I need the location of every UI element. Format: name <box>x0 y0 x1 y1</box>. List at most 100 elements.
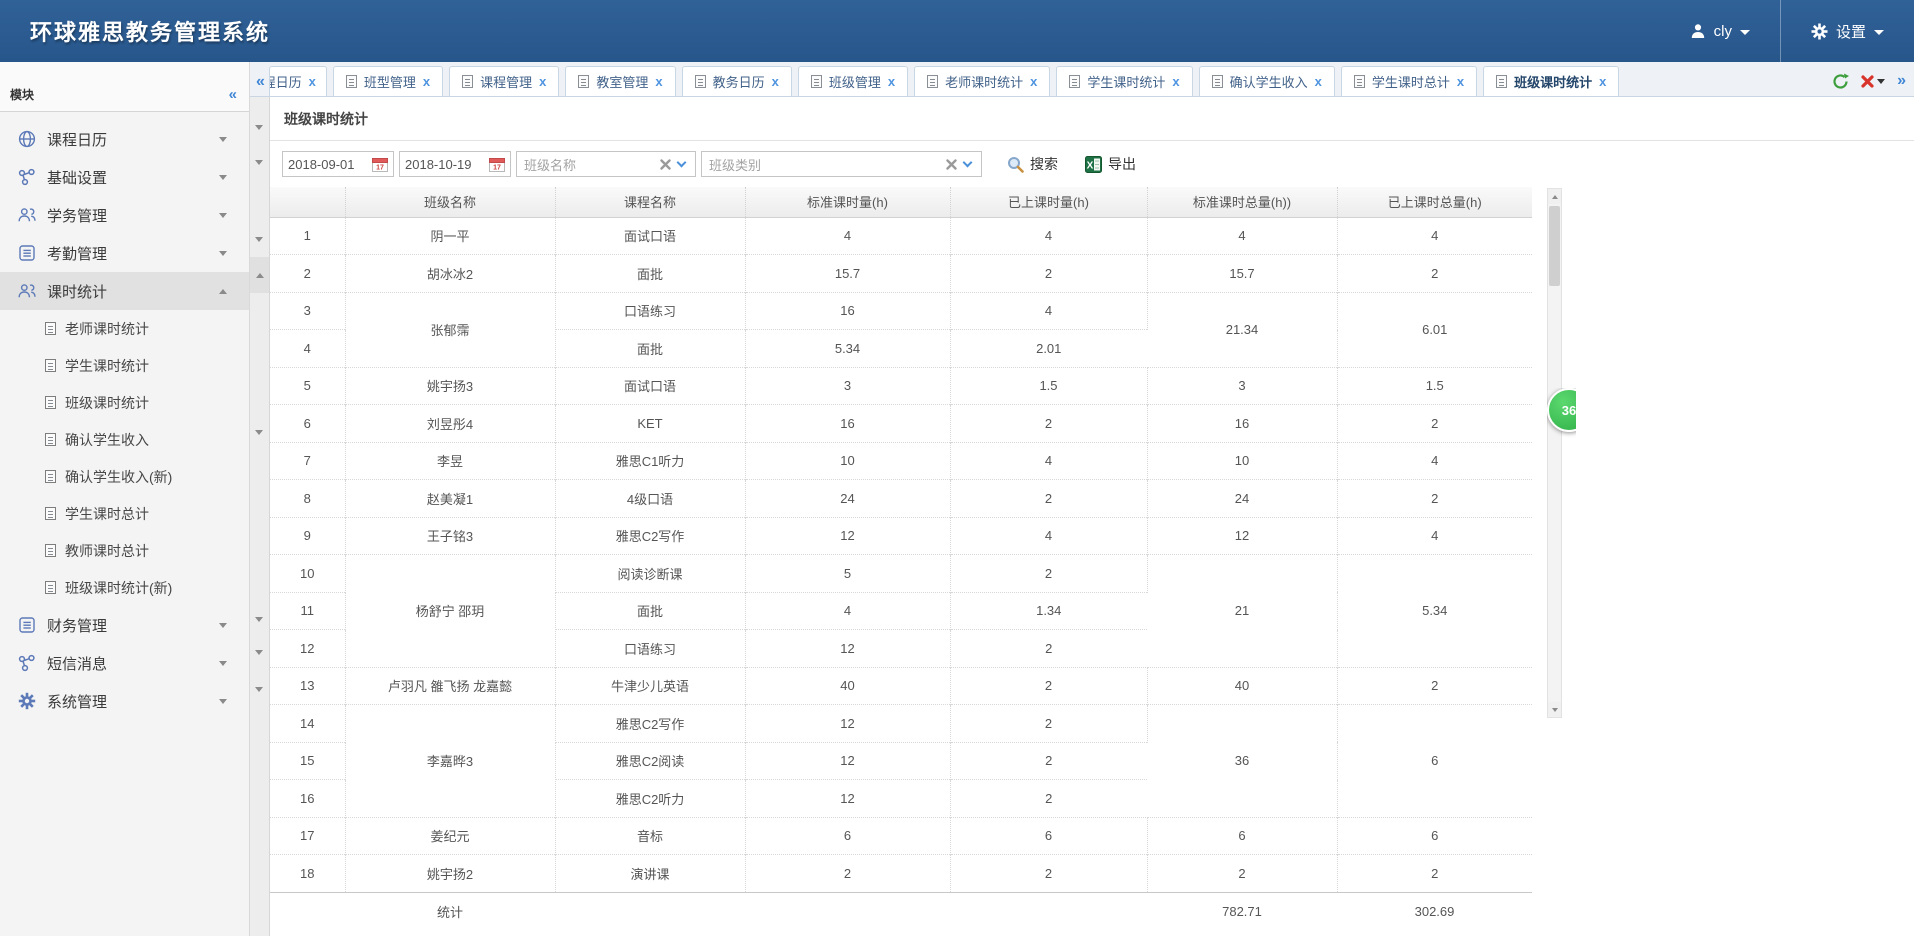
table-header-row: 班级名称课程名称标准课时量(h)已上课时量(h)标准课时总量(h))已上课时总量… <box>270 187 1532 217</box>
table-row[interactable]: 2胡冰冰2面批15.7215.72 <box>270 255 1532 293</box>
column-header[interactable] <box>270 187 345 217</box>
table-row[interactable]: 14李嘉晔3雅思C2写作122366 <box>270 705 1532 743</box>
settings-menu[interactable]: 设置 <box>1781 0 1914 62</box>
tab-close-icon[interactable]: x <box>1172 75 1179 88</box>
sidebar-subitem-4-6[interactable]: 教师课时总计 <box>0 532 249 569</box>
table-row[interactable]: 13卢羽凡 雒飞扬 龙嘉懿牛津少儿英语402402 <box>270 667 1532 705</box>
tab-4[interactable]: 教务日历x <box>682 66 792 96</box>
clear-icon[interactable] <box>946 159 957 170</box>
chevron-down-icon[interactable] <box>677 158 687 168</box>
splitter-gutter[interactable] <box>250 97 270 936</box>
scroll-down-icon[interactable] <box>1548 702 1561 717</box>
table-row[interactable]: 6刘昱彤4KET162162 <box>270 405 1532 443</box>
table-row[interactable]: 8赵美凝14级口语242242 <box>270 480 1532 518</box>
sidebar-item-3[interactable]: 考勤管理 <box>0 234 249 272</box>
column-header[interactable]: 标准课时总量(h)) <box>1147 187 1337 217</box>
tab-8[interactable]: 确认学生收入x <box>1199 66 1335 96</box>
scrollbar-thumb[interactable] <box>1549 206 1560 286</box>
document-icon <box>45 507 56 520</box>
gutter-caret-icon <box>255 687 263 692</box>
tab-close-icon[interactable]: x <box>1315 75 1322 88</box>
sidebar-collapse-icon[interactable]: « <box>229 86 237 103</box>
tab-close-icon[interactable]: x <box>423 75 430 88</box>
start-date-field[interactable]: 2018-09-01 17 <box>282 151 394 177</box>
cell-row-number: 1 <box>270 217 345 255</box>
calendar-icon[interactable]: 17 <box>372 157 388 172</box>
sidebar-item-5[interactable]: 财务管理 <box>0 606 249 644</box>
tab-2[interactable]: 课程管理 x <box>449 66 559 96</box>
user-menu[interactable]: cly <box>1660 0 1780 62</box>
refresh-icon[interactable] <box>1832 73 1849 90</box>
tabs-scroll-left-icon[interactable]: « <box>254 73 269 96</box>
tab-label: 课程管理 <box>480 72 532 91</box>
tab-close-icon[interactable]: x <box>1030 75 1037 88</box>
cell-taken-hours: 1.34 <box>950 592 1147 630</box>
tab-close-icon[interactable]: x <box>655 75 662 88</box>
sidebar-item-0[interactable]: 课程日历 <box>0 120 249 158</box>
tab-0[interactable]: 课程日历x <box>269 66 327 96</box>
export-button[interactable]: X 导出 <box>1079 154 1142 174</box>
gutter-expand-icon[interactable] <box>250 257 269 293</box>
tab-10[interactable]: 班级课时统计x <box>1483 66 1619 96</box>
tab-close-icon[interactable]: x <box>309 75 316 88</box>
table-row[interactable]: 5姚宇扬3面试口语31.531.5 <box>270 367 1532 405</box>
document-icon <box>1212 75 1223 88</box>
vertical-scrollbar[interactable] <box>1547 188 1562 718</box>
table-row[interactable]: 3张郁霈口语练习16421.346.01 <box>270 292 1532 330</box>
sidebar-item-4[interactable]: 课时统计 <box>0 272 249 310</box>
clear-icon[interactable] <box>660 159 671 170</box>
column-header[interactable]: 已上课时量(h) <box>950 187 1147 217</box>
close-all-button[interactable] <box>1861 75 1885 88</box>
sidebar-subitem-4-3[interactable]: 确认学生收入 <box>0 421 249 458</box>
tab-5[interactable]: 班级管理x <box>798 66 908 96</box>
tab-close-icon[interactable]: x <box>1599 75 1606 88</box>
table-row[interactable]: 10杨舒宁 邵玥阅读诊断课52215.34 <box>270 555 1532 593</box>
tab-6[interactable]: 老师课时统计x <box>914 66 1050 96</box>
cell-taken-hours: 2 <box>950 855 1147 893</box>
sidebar-item-2[interactable]: 学务管理 <box>0 196 249 234</box>
tab-1[interactable]: 班型管理x <box>333 66 443 96</box>
tab-close-icon[interactable]: x <box>772 75 779 88</box>
column-header[interactable]: 课程名称 <box>555 187 745 217</box>
sidebar-subitem-4-0[interactable]: 老师课时统计 <box>0 310 249 347</box>
cell-taken-total: 4 <box>1337 217 1532 255</box>
table-row[interactable]: 17姜纪元音标6666 <box>270 817 1532 855</box>
sidebar-subitem-4-2[interactable]: 班级课时统计 <box>0 384 249 421</box>
sidebar-subitem-4-5[interactable]: 学生课时总计 <box>0 495 249 532</box>
sidebar-item-7[interactable]: 系统管理 <box>0 682 249 720</box>
floating-badge[interactable]: 36 <box>1547 388 1576 432</box>
tab-3[interactable]: 教室管理x <box>565 66 675 96</box>
class-type-combo[interactable]: 班级类别 <box>701 151 982 177</box>
table-row[interactable]: 9王子铭3雅思C2写作124124 <box>270 517 1532 555</box>
class-name-combo[interactable]: 班级名称 <box>516 151 696 177</box>
column-header[interactable]: 班级名称 <box>345 187 555 217</box>
cell-taken-hours: 2 <box>950 667 1147 705</box>
tab-7[interactable]: 学生课时统计x <box>1056 66 1192 96</box>
tab-close-icon[interactable]: x <box>539 75 546 88</box>
tab-9[interactable]: 学生课时总计x <box>1341 66 1477 96</box>
sidebar-item-6[interactable]: 短信消息 <box>0 644 249 682</box>
table-row[interactable]: 7李昱雅思C1听力104104 <box>270 442 1532 480</box>
document-icon <box>45 544 56 557</box>
cell-row-number: 10 <box>270 555 345 593</box>
chevron-down-icon[interactable] <box>963 158 973 168</box>
column-header[interactable]: 已上课时总量(h) <box>1337 187 1532 217</box>
scroll-up-icon[interactable] <box>1548 189 1561 204</box>
tabs-overflow-icon[interactable]: » <box>1897 72 1906 90</box>
sidebar-subitem-4-7[interactable]: 班级课时统计(新) <box>0 569 249 606</box>
end-date-field[interactable]: 2018-10-19 17 <box>399 151 511 177</box>
summary-done-total: 302.69 <box>1337 892 1532 930</box>
table-row[interactable]: 18姚宇扬2演讲课2222 <box>270 855 1532 893</box>
sidebar-subitem-4-4[interactable]: 确认学生收入(新) <box>0 458 249 495</box>
tab-close-icon[interactable]: x <box>1457 75 1464 88</box>
cell-taken-total: 6 <box>1337 817 1532 855</box>
search-button[interactable]: 搜索 <box>1001 154 1064 174</box>
sidebar-subitem-4-1[interactable]: 学生课时统计 <box>0 347 249 384</box>
table-row[interactable]: 1阴一平面试口语4444 <box>270 217 1532 255</box>
cell-row-number: 15 <box>270 742 345 780</box>
sidebar-item-1[interactable]: 基础设置 <box>0 158 249 196</box>
column-header[interactable]: 标准课时量(h) <box>745 187 950 217</box>
header-right: cly 设置 <box>1660 0 1914 62</box>
tab-close-icon[interactable]: x <box>888 75 895 88</box>
calendar-icon[interactable]: 17 <box>489 157 505 172</box>
